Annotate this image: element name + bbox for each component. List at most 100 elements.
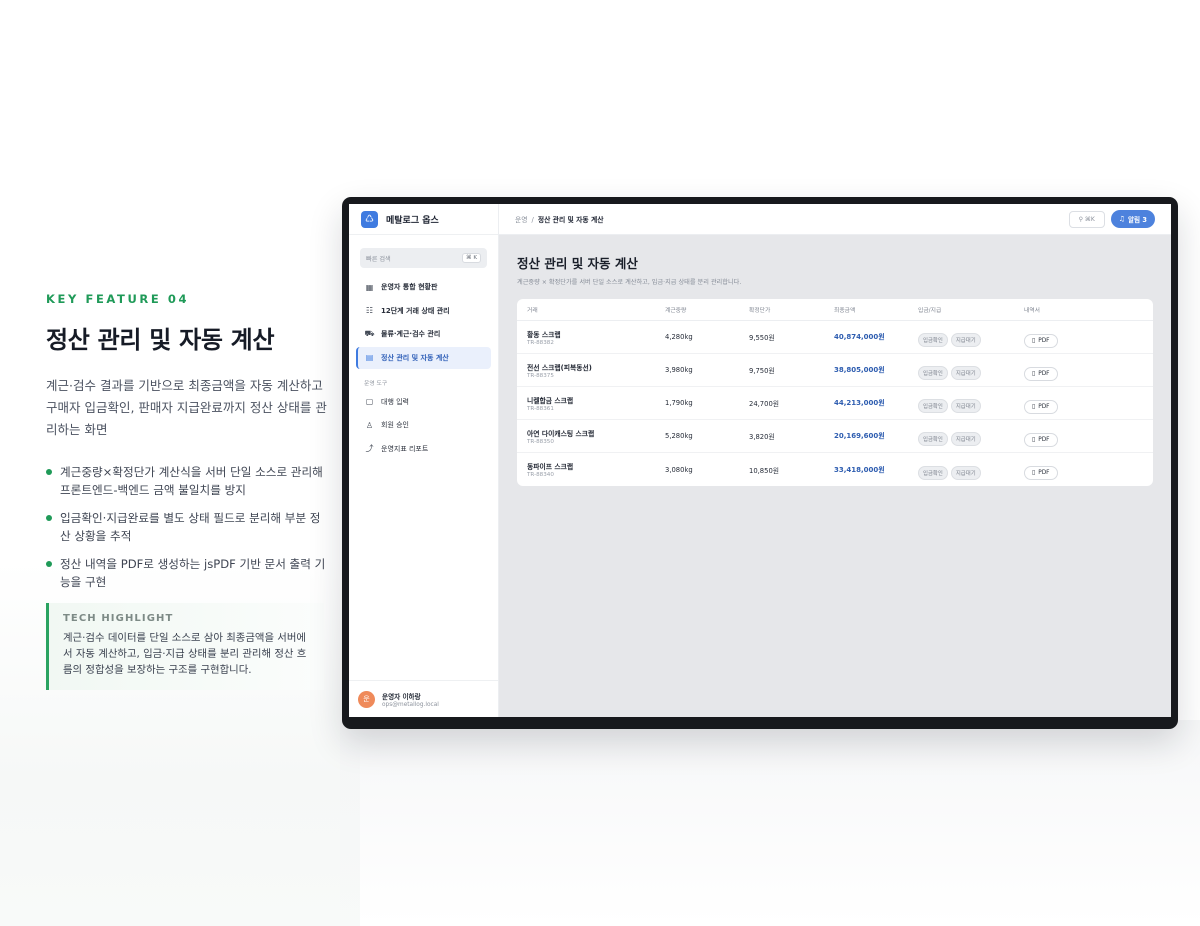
truck-icon: ⛟ (364, 329, 375, 338)
kanban-icon: ☷ (365, 306, 374, 315)
column-header: 확정단가 (749, 308, 771, 314)
status-badge: 지급대기 (950, 399, 981, 413)
bullet-text: 정산 내역을 PDF로 생성하는 jsPDF 기반 문서 출력 기능을 구현 (60, 557, 326, 589)
trade-cell: 전선 스크랩(피복동선) TR-88375 (517, 362, 665, 379)
breadcrumb-root[interactable]: 운영 (515, 216, 528, 224)
sidebar-item-settlement[interactable]: ▤ 정산 관리 및 자동 계산 (356, 346, 491, 369)
price-cell: 10,850원 (749, 466, 780, 475)
status-badge: 입금확인 (918, 333, 948, 347)
weight-cell: 3,080kg (665, 465, 693, 474)
settlement-table: 거래 계근중량 확정단가 최종금액 입금/지급 내역서 황동 스크랩 TR-88… (517, 299, 1153, 486)
recycle-logo-icon: ♺ (361, 210, 378, 228)
statement-cell: ▯ PDF (1024, 393, 1114, 414)
document-icon: ▯ (1032, 470, 1036, 476)
user-name: 운영자 이하랑 (382, 692, 421, 701)
feature-copy: KEY FEATURE 04 정산 관리 및 자동 계산 계근·검수 결과를 기… (46, 292, 336, 690)
trade-id: TR-88361 (527, 405, 554, 412)
feature-headline: 정산 관리 및 자동 계산 (46, 326, 275, 354)
sidebar-item-trade-status[interactable]: ☷ 12단계 거래 상태 관리 (356, 300, 491, 322)
status-cell: 입금확인 지급대기 (918, 426, 1024, 446)
table-row[interactable]: 황동 스크랩 TR-88382 4,280kg 9,550원 40,874,00… (517, 321, 1153, 354)
bell-icon: ♫ (1118, 215, 1125, 223)
chart-icon: ⤴ (365, 444, 374, 453)
pdf-button[interactable]: ▯ PDF (1024, 333, 1058, 348)
sidebar-item-label: 회원 승인 (381, 421, 409, 429)
amount-cell: 33,418,000원 (834, 465, 885, 474)
trade-cell: 아연 다이캐스팅 스크랩 TR-88350 (517, 428, 665, 445)
bullet-dot-icon (46, 469, 52, 475)
table-header: 거래 계근중량 확정단가 최종금액 입금/지급 내역서 (517, 299, 1153, 321)
pdf-label: PDF (1038, 403, 1050, 410)
sidebar-item-label: 운영지표 리포트 (381, 444, 429, 453)
clipboard-icon: ▢ (365, 397, 374, 406)
table-row[interactable]: 니켈합금 스크랩 TR-88361 1,790kg 24,700원 44,213… (517, 387, 1153, 420)
statement-cell: ▯ PDF (1024, 360, 1114, 381)
status-badge: 지급대기 (950, 465, 981, 480)
trade-name: 니켈합금 스크랩 (527, 396, 574, 405)
feature-bullet: 입금확인·지급완료를 별도 상태 필드로 분리해 부분 정산 상황을 추적 (46, 509, 331, 545)
price-cell: 9,750원 (749, 367, 775, 375)
user-profile[interactable]: 운 운영자 이하랑 ops@metallog.local (349, 680, 498, 717)
pdf-button[interactable]: ▯ PDF (1024, 466, 1058, 480)
tech-highlight-title: TECH HIGHLIGHT (63, 613, 174, 624)
document-icon: ▯ (1032, 403, 1036, 410)
statement-cell: ▯ PDF (1024, 327, 1114, 348)
table-row[interactable]: 아연 다이캐스팅 스크랩 TR-88350 5,280kg 3,820원 20,… (517, 420, 1153, 453)
grid-icon: ▦ (365, 282, 374, 292)
feature-bullets: 계근중량×확정단가 계산식을 서버 단일 소스로 관리해 프론트엔드-백엔드 금… (46, 463, 336, 591)
status-badge: 입금확인 (918, 465, 948, 480)
feature-bullet: 정산 내역을 PDF로 생성하는 jsPDF 기반 문서 출력 기능을 구현 (46, 555, 331, 591)
status-badge: 입금확인 (918, 399, 948, 413)
bullet-dot-icon (46, 515, 52, 521)
trade-cell: 동파이프 스크랩 TR-88340 (517, 461, 665, 478)
avatar: 운 (358, 690, 375, 708)
sidebar-item-reports[interactable]: ⤴ 운영지표 리포트 (356, 438, 491, 460)
sidebar-item-dashboard[interactable]: ▦ 운영자 통합 현황판 (356, 276, 491, 298)
status-badge: 지급대기 (950, 333, 981, 347)
page-title: 정산 관리 및 자동 계산 (517, 256, 638, 271)
shortcut-badge: ⌘ K (461, 253, 481, 263)
sidebar-item-proxy-input[interactable]: ▢ 대행 입력 (356, 391, 491, 413)
statement-cell: ▯ PDF (1024, 426, 1114, 447)
status-cell: 입금확인 지급대기 (918, 327, 1024, 347)
document-icon: ▯ (1032, 436, 1036, 443)
sidebar-item-label: 운영자 통합 현황판 (381, 283, 438, 291)
quick-search-input[interactable]: 빠른 검색 ⌘ K (360, 248, 487, 268)
main-content: 운영 / 정산 관리 및 자동 계산 ⚲ ⌘K ♫ 알림 3 정산 관리 및 자동 계… (499, 204, 1171, 717)
column-header: 최종금액 (834, 308, 856, 314)
price-cell: 3,820원 (749, 433, 775, 441)
document-icon: ▯ (1032, 370, 1036, 377)
trade-name: 황동 스크랩 (527, 330, 561, 339)
trade-id: TR-88350 (527, 438, 554, 445)
top-bar: 운영 / 정산 관리 및 자동 계산 ⚲ ⌘K ♫ 알림 3 (499, 204, 1171, 235)
column-header: 내역서 (1024, 308, 1040, 314)
feature-description: 계근·검수 결과를 기반으로 최종금액을 자동 계산하고 구매자 입금확인, 판… (46, 378, 327, 437)
pdf-button[interactable]: ▯ PDF (1024, 366, 1058, 381)
table-row[interactable]: 전선 스크랩(피복동선) TR-88375 3,980kg 9,750원 38,… (517, 354, 1153, 387)
sidebar-item-label: 물류·계근·검수 관리 (381, 330, 441, 338)
sidebar-item-logistics[interactable]: ⛟ 물류·계근·검수 관리 (356, 323, 491, 345)
feature-bullet: 계근중량×확정단가 계산식을 서버 단일 소스로 관리해 프론트엔드-백엔드 금… (46, 463, 331, 499)
status-badge: 지급대기 (950, 366, 981, 380)
sidebar-item-member-approval[interactable]: ♙ 회원 승인 (356, 414, 491, 436)
column-header: 입금/지급 (918, 308, 942, 314)
trade-name: 아연 다이캐스팅 스크랩 (527, 429, 595, 438)
calculator-icon: ▤ (365, 353, 374, 362)
user-info: 운영자 이하랑 ops@metallog.local (382, 691, 439, 708)
table-row[interactable]: 동파이프 스크랩 TR-88340 3,080kg 10,850원 33,418… (517, 453, 1153, 486)
device-frame: ♺ 메탈로그 옵스 빠른 검색 ⌘ K ▦ 운영자 통합 현황판 ☷ 12단계 … (342, 197, 1178, 729)
weight-cell: 1,790kg (665, 399, 693, 407)
sidebar: ♺ 메탈로그 옵스 빠른 검색 ⌘ K ▦ 운영자 통합 현황판 ☷ 12단계 … (349, 204, 499, 717)
pdf-button[interactable]: ▯ PDF (1024, 399, 1058, 414)
tools-section-title: 운영 도구 (364, 380, 388, 387)
document-icon: ▯ (1032, 337, 1036, 344)
brand-header: ♺ 메탈로그 옵스 (349, 204, 498, 235)
quick-search-placeholder: 빠른 검색 (366, 255, 391, 263)
notifications-button[interactable]: ♫ 알림 3 (1110, 210, 1155, 228)
search-button[interactable]: ⚲ ⌘K (1068, 210, 1105, 228)
pdf-button[interactable]: ▯ PDF (1024, 432, 1058, 447)
feature-eyebrow: KEY FEATURE 04 (46, 292, 190, 306)
trade-id: TR-88382 (527, 339, 554, 346)
trade-name: 동파이프 스크랩 (527, 463, 574, 471)
amount-cell: 20,169,600원 (834, 432, 885, 440)
